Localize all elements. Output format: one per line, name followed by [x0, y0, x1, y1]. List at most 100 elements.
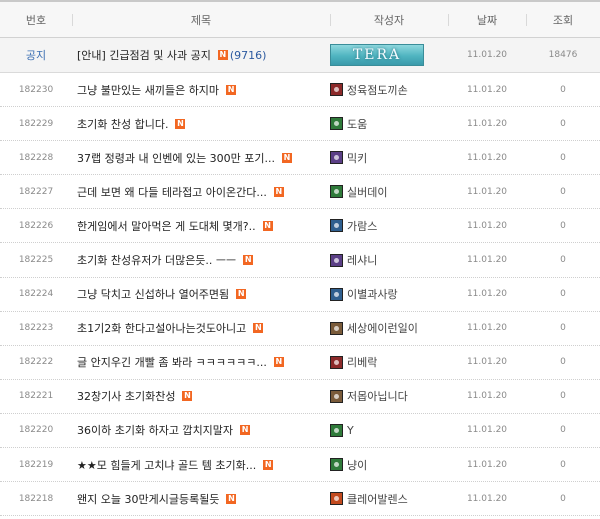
table-row[interactable]: 182228 37랩 정령과 내 인벤에 있는 300만 포기... N 믹키 11.0…: [0, 141, 600, 176]
post-date: 11.01.20: [466, 118, 508, 129]
post-title-cell: 근데 보면 왜 다들 테라접고 아이온간다... N: [72, 184, 330, 200]
table-row[interactable]: 182218 왠지 오늘 30만게시글등록될듯 N 클레어발렌스 11.01.20 0: [0, 482, 600, 517]
board-header: 번호 제목 작성자 날짜 조회: [0, 0, 600, 38]
post-title-link[interactable]: 초1기2화 한다고설아나는것도아니고: [77, 320, 246, 336]
post-number: 182219: [18, 459, 54, 470]
post-title-link[interactable]: 32창기사 초기화찬성: [77, 388, 175, 404]
table-row[interactable]: 182229 초기화 찬성 합니다. N 도움 11.01.20 0: [0, 107, 600, 142]
post-title-link[interactable]: 그냥 닥치고 신섭하나 열어주면됨: [77, 286, 229, 302]
post-list: 182230 그냥 불만있는 새끼들은 하지마 N 정육점도끼손 11.01.20 0 18…: [0, 73, 600, 517]
post-author-link[interactable]: 실버데이: [347, 184, 387, 200]
post-date: 11.01.20: [466, 220, 508, 231]
post-title-link[interactable]: 37랩 정령과 내 인벤에 있는 300만 포기...: [77, 150, 275, 166]
post-title-cell: 36이하 초기화 하자고 깝치지말자 N: [72, 422, 330, 438]
header-date: 날짜: [448, 2, 526, 37]
post-author-cell: 이별과사랑: [330, 286, 448, 302]
post-views: 0: [560, 425, 566, 436]
table-row[interactable]: 182220 36이하 초기화 하자고 깝치지말자 N Y 11.01.20 0: [0, 414, 600, 449]
post-title-cell: 그냥 닥치고 신섭하나 열어주면됨 N: [72, 286, 330, 302]
new-badge-icon: N: [226, 493, 237, 504]
post-author-cell: 세상에이런일이: [330, 320, 448, 336]
post-author-cell: 냥이: [330, 457, 448, 473]
table-row[interactable]: 182230 그냥 불만있는 새끼들은 하지마 N 정육점도끼손 11.01.20 0: [0, 73, 600, 108]
new-badge-icon: N: [253, 323, 264, 334]
table-row[interactable]: 182221 32창기사 초기화찬성 N 저몹아닙니다 11.01.20 0: [0, 380, 600, 414]
post-title-link[interactable]: 초기화 찬성 합니다.: [77, 116, 168, 132]
guild-emblem-icon: [330, 321, 343, 335]
post-author-link[interactable]: Y: [347, 424, 354, 437]
post-author-link[interactable]: 정육점도끼손: [347, 82, 408, 98]
post-views: 0: [560, 357, 566, 368]
notice-date: 11.01.20: [466, 50, 508, 60]
guild-emblem-icon: [330, 287, 343, 301]
post-title-link[interactable]: 글 안지우긴 개빨 좀 봐라 ㅋㅋㅋㅋㅋㅋ...: [77, 354, 267, 370]
post-author-link[interactable]: 저몹아닙니다: [347, 388, 408, 404]
tera-logo-banner[interactable]: TERA: [330, 44, 424, 66]
post-views: 0: [560, 84, 566, 95]
table-row[interactable]: 182222 글 안지우긴 개빨 좀 봐라 ㅋㅋㅋㅋㅋㅋ... N 리베락 11.01.…: [0, 346, 600, 380]
post-title-link[interactable]: 한게임에서 말아먹은 게 도대체 몇개?..: [77, 218, 256, 234]
post-author-link[interactable]: 리베락: [347, 354, 377, 370]
new-badge-icon: N: [182, 391, 193, 402]
post-author-cell: 저몹아닙니다: [330, 388, 448, 404]
new-badge-icon: N: [175, 118, 186, 129]
post-author-link[interactable]: 믹키: [347, 150, 367, 166]
notice-title-link[interactable]: [안내] 긴급점검 및 사과 공지: [77, 47, 211, 63]
post-title-cell: 초기화 찬성 합니다. N: [72, 116, 330, 132]
post-title-cell: ★★모 힘들게 고치냐 골드 템 초기화... N: [72, 457, 330, 473]
notice-row[interactable]: 공지 [안내] 긴급점검 및 사과 공지 N (9716) TERA 11.01…: [0, 38, 600, 73]
post-author-cell: 정육점도끼손: [330, 82, 448, 98]
post-date: 11.01.20: [466, 391, 508, 402]
post-title-cell: 초1기2화 한다고설아나는것도아니고 N: [72, 320, 330, 336]
post-views: 0: [560, 493, 566, 504]
table-row[interactable]: 182226 한게임에서 말아먹은 게 도대체 몇개?.. N 가람스 11.01.20…: [0, 209, 600, 244]
guild-emblem-icon: [330, 423, 343, 437]
guild-emblem-icon: [330, 117, 343, 131]
post-number: 182229: [18, 118, 54, 129]
table-row[interactable]: 182225 초기화 찬성유저가 더많은듯.. ㅡㅡ N 레샤니 11.01.20 0: [0, 243, 600, 278]
post-title-link[interactable]: 왠지 오늘 30만게시글등록될듯: [77, 491, 219, 507]
header-author: 작성자: [330, 2, 448, 37]
post-title-link[interactable]: 36이하 초기화 하자고 깝치지말자: [77, 422, 233, 438]
post-author-link[interactable]: 레샤니: [347, 252, 377, 268]
post-date: 11.01.20: [466, 289, 508, 300]
guild-emblem-icon: [330, 253, 343, 267]
post-date: 11.01.20: [466, 255, 508, 266]
post-title-link[interactable]: 초기화 찬성유저가 더많은듯.. ㅡㅡ: [77, 252, 236, 268]
post-views: 0: [560, 220, 566, 231]
header-title: 제목: [72, 2, 330, 37]
post-date: 11.01.20: [466, 152, 508, 163]
post-title-cell: 왠지 오늘 30만게시글등록될듯 N: [72, 491, 330, 507]
post-title-cell: 32창기사 초기화찬성 N: [72, 388, 330, 404]
table-row[interactable]: 182223 초1기2화 한다고설아나는것도아니고 N 세상에이런일이 11.01.20…: [0, 312, 600, 346]
post-author-link[interactable]: 클레어발렌스: [347, 491, 408, 507]
guild-emblem-icon: [330, 219, 343, 233]
post-author-link[interactable]: 세상에이런일이: [347, 320, 418, 336]
post-author-link[interactable]: 도움: [347, 116, 367, 132]
post-title-link[interactable]: 근데 보면 왜 다들 테라접고 아이온간다...: [77, 184, 267, 200]
new-badge-icon: N: [282, 152, 293, 163]
post-title-link[interactable]: 그냥 불만있는 새끼들은 하지마: [77, 82, 219, 98]
table-row[interactable]: 182224 그냥 닥치고 신섭하나 열어주면됨 N 이별과사랑 11.01.20 0: [0, 278, 600, 312]
new-badge-icon: N: [263, 459, 274, 470]
guild-emblem-icon: [330, 492, 343, 506]
post-title-cell: 글 안지우긴 개빨 좀 봐라 ㅋㅋㅋㅋㅋㅋ... N: [72, 354, 330, 370]
new-badge-icon: N: [262, 220, 273, 231]
post-views: 0: [560, 459, 566, 470]
table-row[interactable]: 182227 근데 보면 왜 다들 테라접고 아이온간다... N 실버데이 11.01…: [0, 175, 600, 210]
header-number: 번호: [25, 13, 47, 27]
post-date: 11.01.20: [466, 357, 508, 368]
post-title-link[interactable]: ★★모 힘들게 고치냐 골드 템 초기화...: [77, 457, 256, 473]
post-title-cell: 37랩 정령과 내 인벤에 있는 300만 포기... N: [72, 150, 330, 166]
post-number: 182223: [18, 323, 54, 334]
post-number: 182220: [18, 425, 54, 436]
post-title-cell: 한게임에서 말아먹은 게 도대체 몇개?.. N: [72, 218, 330, 234]
post-author-link[interactable]: 이별과사랑: [347, 286, 398, 302]
post-author-link[interactable]: 냥이: [347, 457, 367, 473]
header-views: 조회: [526, 2, 600, 37]
post-author-link[interactable]: 가람스: [347, 218, 377, 234]
table-row[interactable]: 182219 ★★모 힘들게 고치냐 골드 템 초기화... N 냥이 11.01.20…: [0, 448, 600, 483]
notice-author-cell: TERA: [330, 44, 448, 66]
guild-emblem-icon: [330, 151, 343, 165]
comment-count[interactable]: (9716): [230, 49, 267, 62]
